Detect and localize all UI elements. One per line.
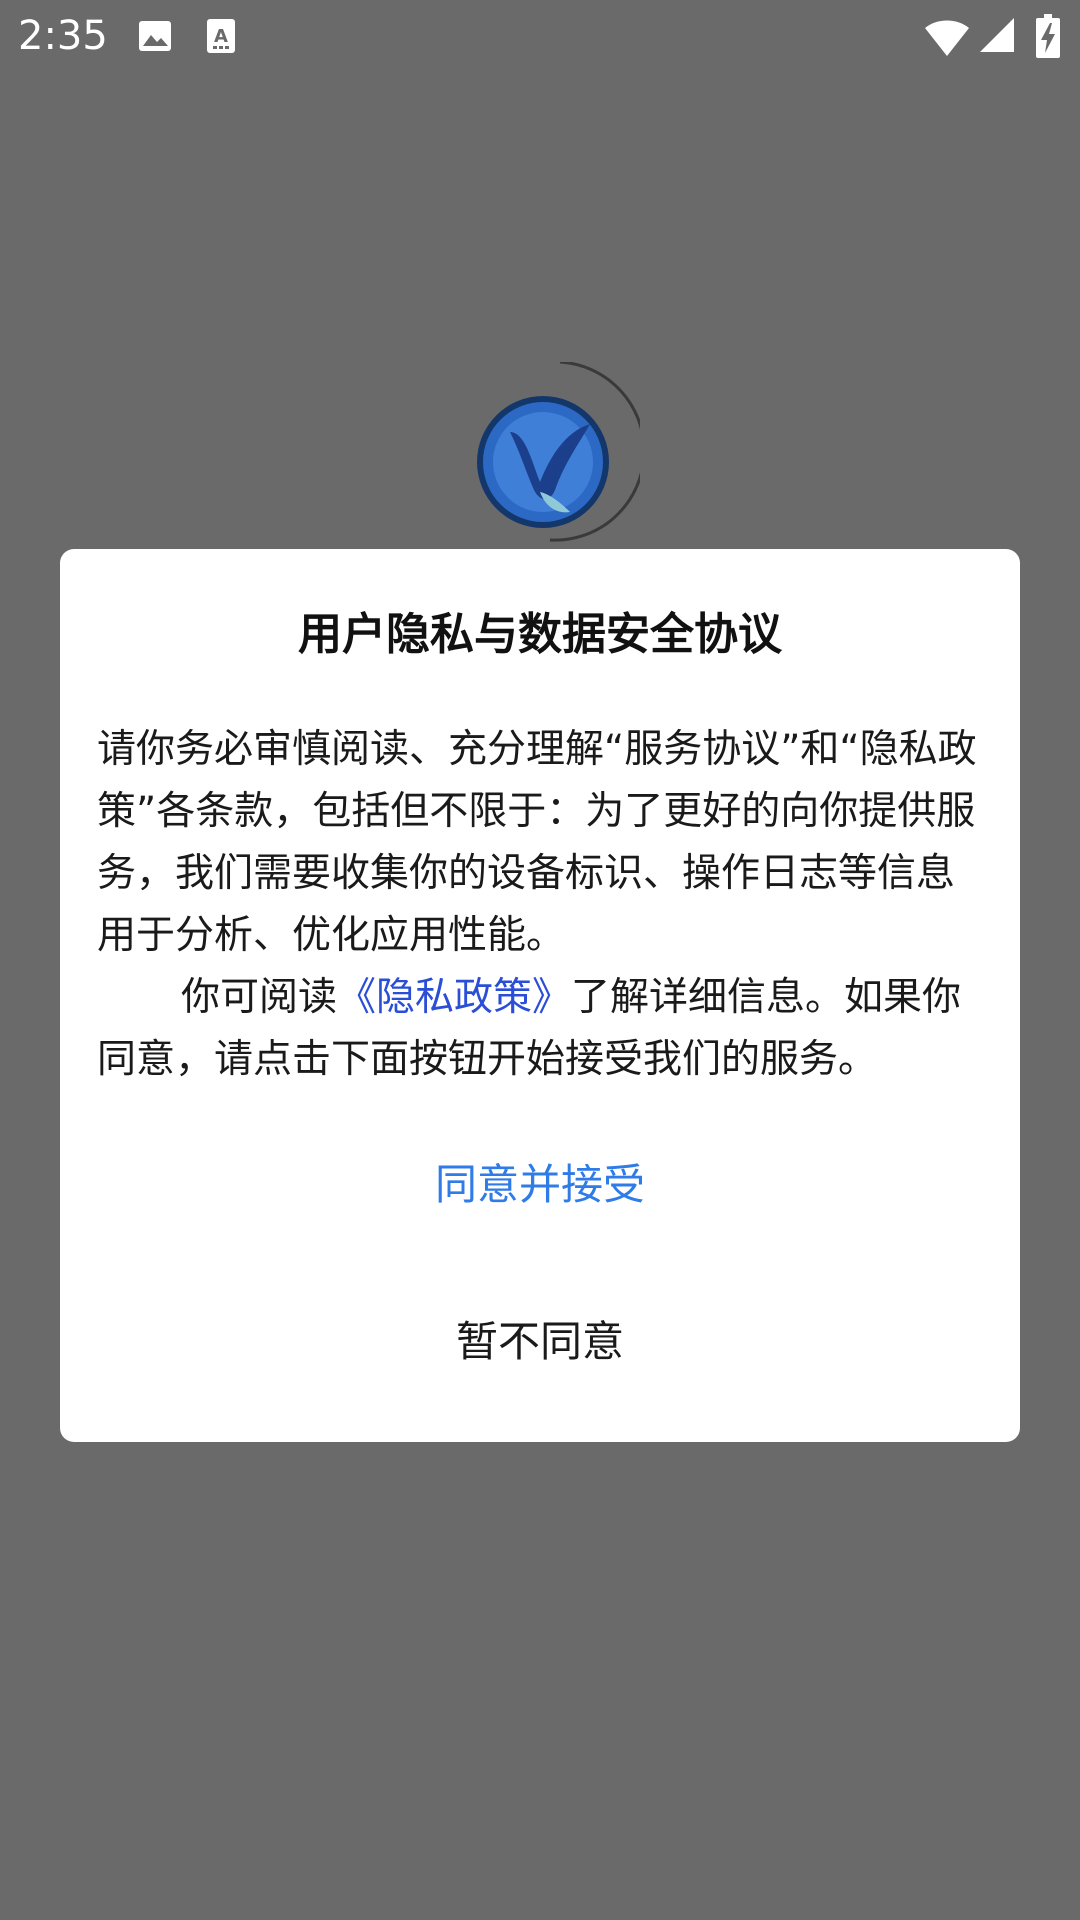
privacy-policy-link[interactable]: 《隐私政策》 <box>337 975 571 1020</box>
consent-paragraph: 请你务必审慎阅读、充分理解“服务协议”和“隐私政策”各条款，包括但不限于：为了更… <box>97 727 977 958</box>
app-screen: 2:35 A 用户隐私与数据安全协议 请你务必审慎阅读、充分理解“服务协议”和“… <box>0 0 1080 1920</box>
status-bar: 2:35 A <box>0 0 1080 72</box>
privacy-dialog: 用户隐私与数据安全协议 请你务必审慎阅读、充分理解“服务协议”和“隐私政策”各条… <box>60 549 1020 1442</box>
policy-paragraph-prefix: 你可阅读 <box>181 975 338 1020</box>
cell-signal-icon <box>980 16 1016 54</box>
status-time: 2:35 <box>18 13 108 59</box>
text-recognition-icon: A <box>201 16 241 56</box>
dialog-body: 请你务必审慎阅读、充分理解“服务协议”和“隐私政策”各条款，包括但不限于：为了更… <box>97 719 987 1091</box>
svg-text:A: A <box>214 26 228 47</box>
app-logo <box>470 362 640 552</box>
dialog-title: 用户隐私与数据安全协议 <box>298 609 782 660</box>
decline-button[interactable]: 暂不同意 <box>60 1287 1020 1397</box>
policy-paragraph: 你可阅读《隐私政策》了解详细信息。如果你同意，请点击下面按钮开始接受我们的服务。 <box>97 967 987 1091</box>
image-icon <box>135 16 175 56</box>
agree-accept-button[interactable]: 同意并接受 <box>60 1130 1020 1240</box>
battery-charging-icon <box>1036 14 1060 58</box>
wifi-icon <box>924 16 970 58</box>
